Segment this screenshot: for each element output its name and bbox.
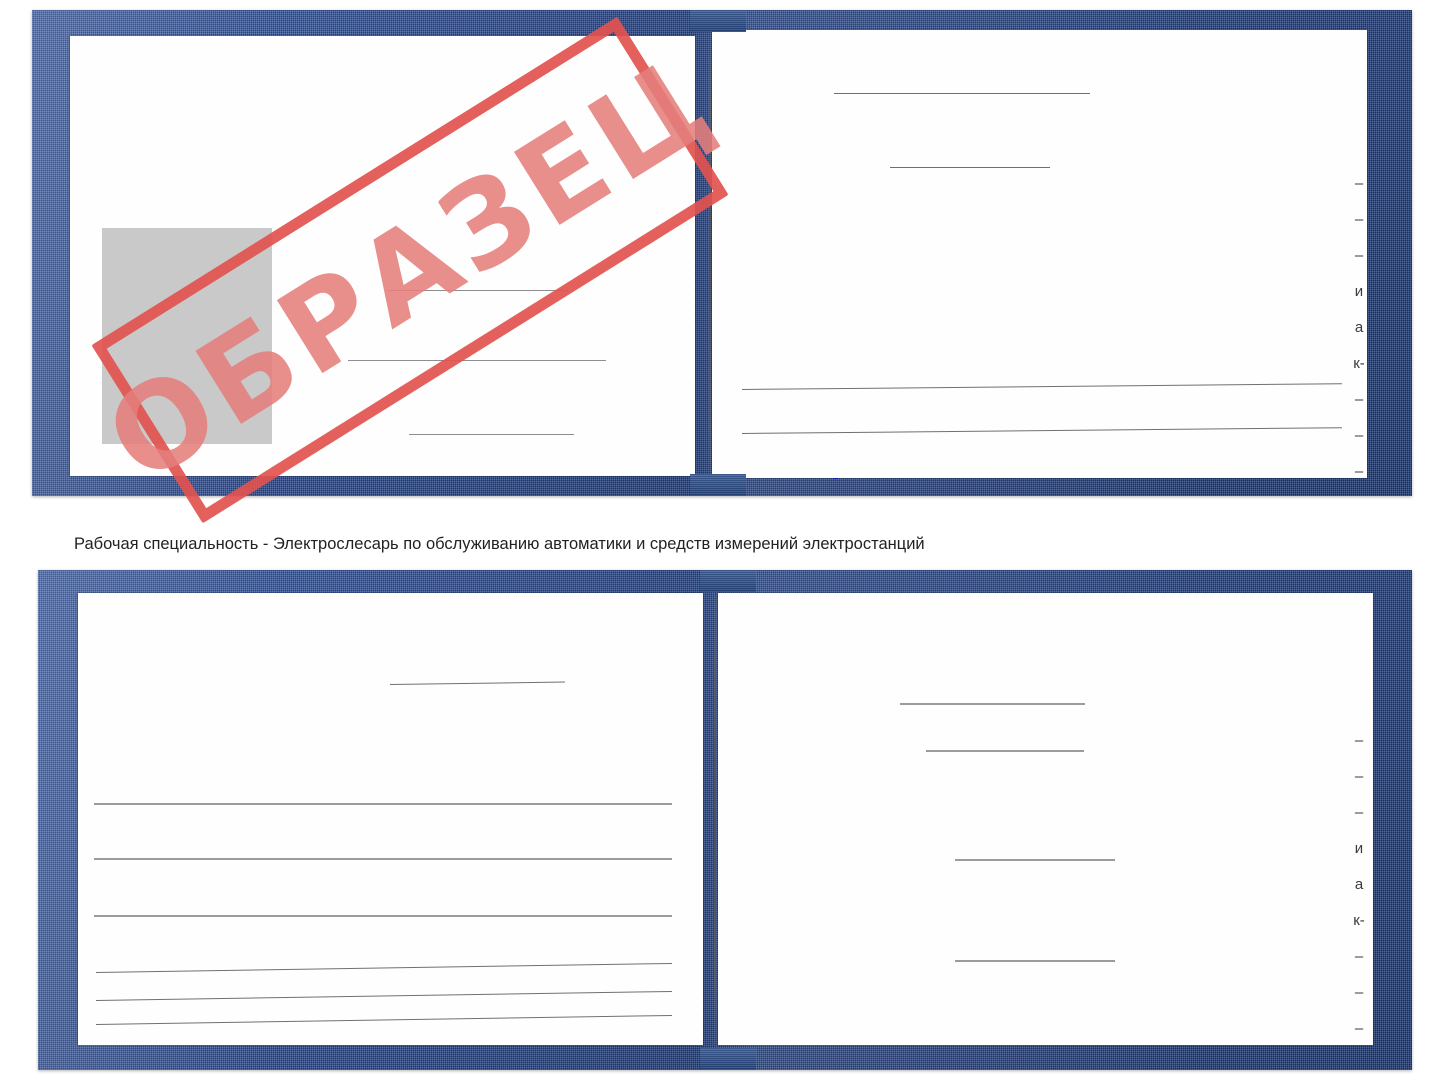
margin-fragment: – (1354, 391, 1364, 408)
bottom-right-chairman-signature-rule (955, 859, 1115, 861)
margin-fragment: а (1354, 319, 1364, 336)
margin-fragment: – (1354, 211, 1364, 228)
bottom-left-qualification-rule1 (94, 803, 672, 805)
photo-placeholder (102, 228, 272, 444)
bottom-right-head-signature-rule (955, 960, 1115, 962)
margin-fragment: – (1354, 175, 1364, 192)
top-left-number-rule (388, 290, 568, 291)
top-right-that-rule (890, 167, 1050, 168)
margin-fragment: – (1354, 984, 1364, 1001)
page-caption: Рабочая специальность - Электрослесарь п… (74, 535, 925, 553)
bottom-left-qualification-rule3 (94, 915, 672, 917)
margin-fragment: – (1354, 732, 1364, 749)
margin-fragment: к- (1353, 355, 1365, 372)
bottom-fold-line (714, 596, 716, 1044)
margin-fragment: – (1354, 427, 1364, 444)
top-left-issued-rule (409, 434, 574, 435)
spine-tab-bottom-upper (700, 570, 756, 592)
margin-fragment: а (1354, 876, 1364, 893)
spine-tab-bottom-lower (700, 1048, 756, 1070)
margin-fragment: – (1354, 1020, 1364, 1037)
bottom-right-date-rule (926, 750, 1084, 752)
spine-tab-top-upper (690, 10, 746, 32)
margin-fragment: к- (1353, 912, 1365, 929)
bottom-right-number-rule (900, 703, 1085, 705)
top-margin-fragments: – – – и а к- – – – (1348, 166, 1370, 490)
bottom-left-page (78, 593, 703, 1045)
margin-fragment: – (1354, 463, 1364, 480)
margin-fragment: – (1354, 804, 1364, 821)
top-left-blank-rule (348, 360, 606, 361)
top-right-received-rule (834, 93, 1090, 94)
margin-fragment: – (1354, 768, 1364, 785)
margin-fragment: – (1354, 247, 1364, 264)
bottom-margin-fragments: – – – и а к- – – – (1348, 723, 1370, 1047)
top-right-page (712, 30, 1367, 478)
margin-fragment: – (1354, 948, 1364, 965)
bottom-right-page (718, 593, 1373, 1045)
margin-fragment: и (1354, 840, 1364, 857)
bottom-left-qualification-rule2 (94, 858, 672, 860)
spine-tab-top-lower (690, 474, 746, 496)
margin-fragment: и (1354, 283, 1364, 300)
top-fold-line (709, 34, 711, 478)
